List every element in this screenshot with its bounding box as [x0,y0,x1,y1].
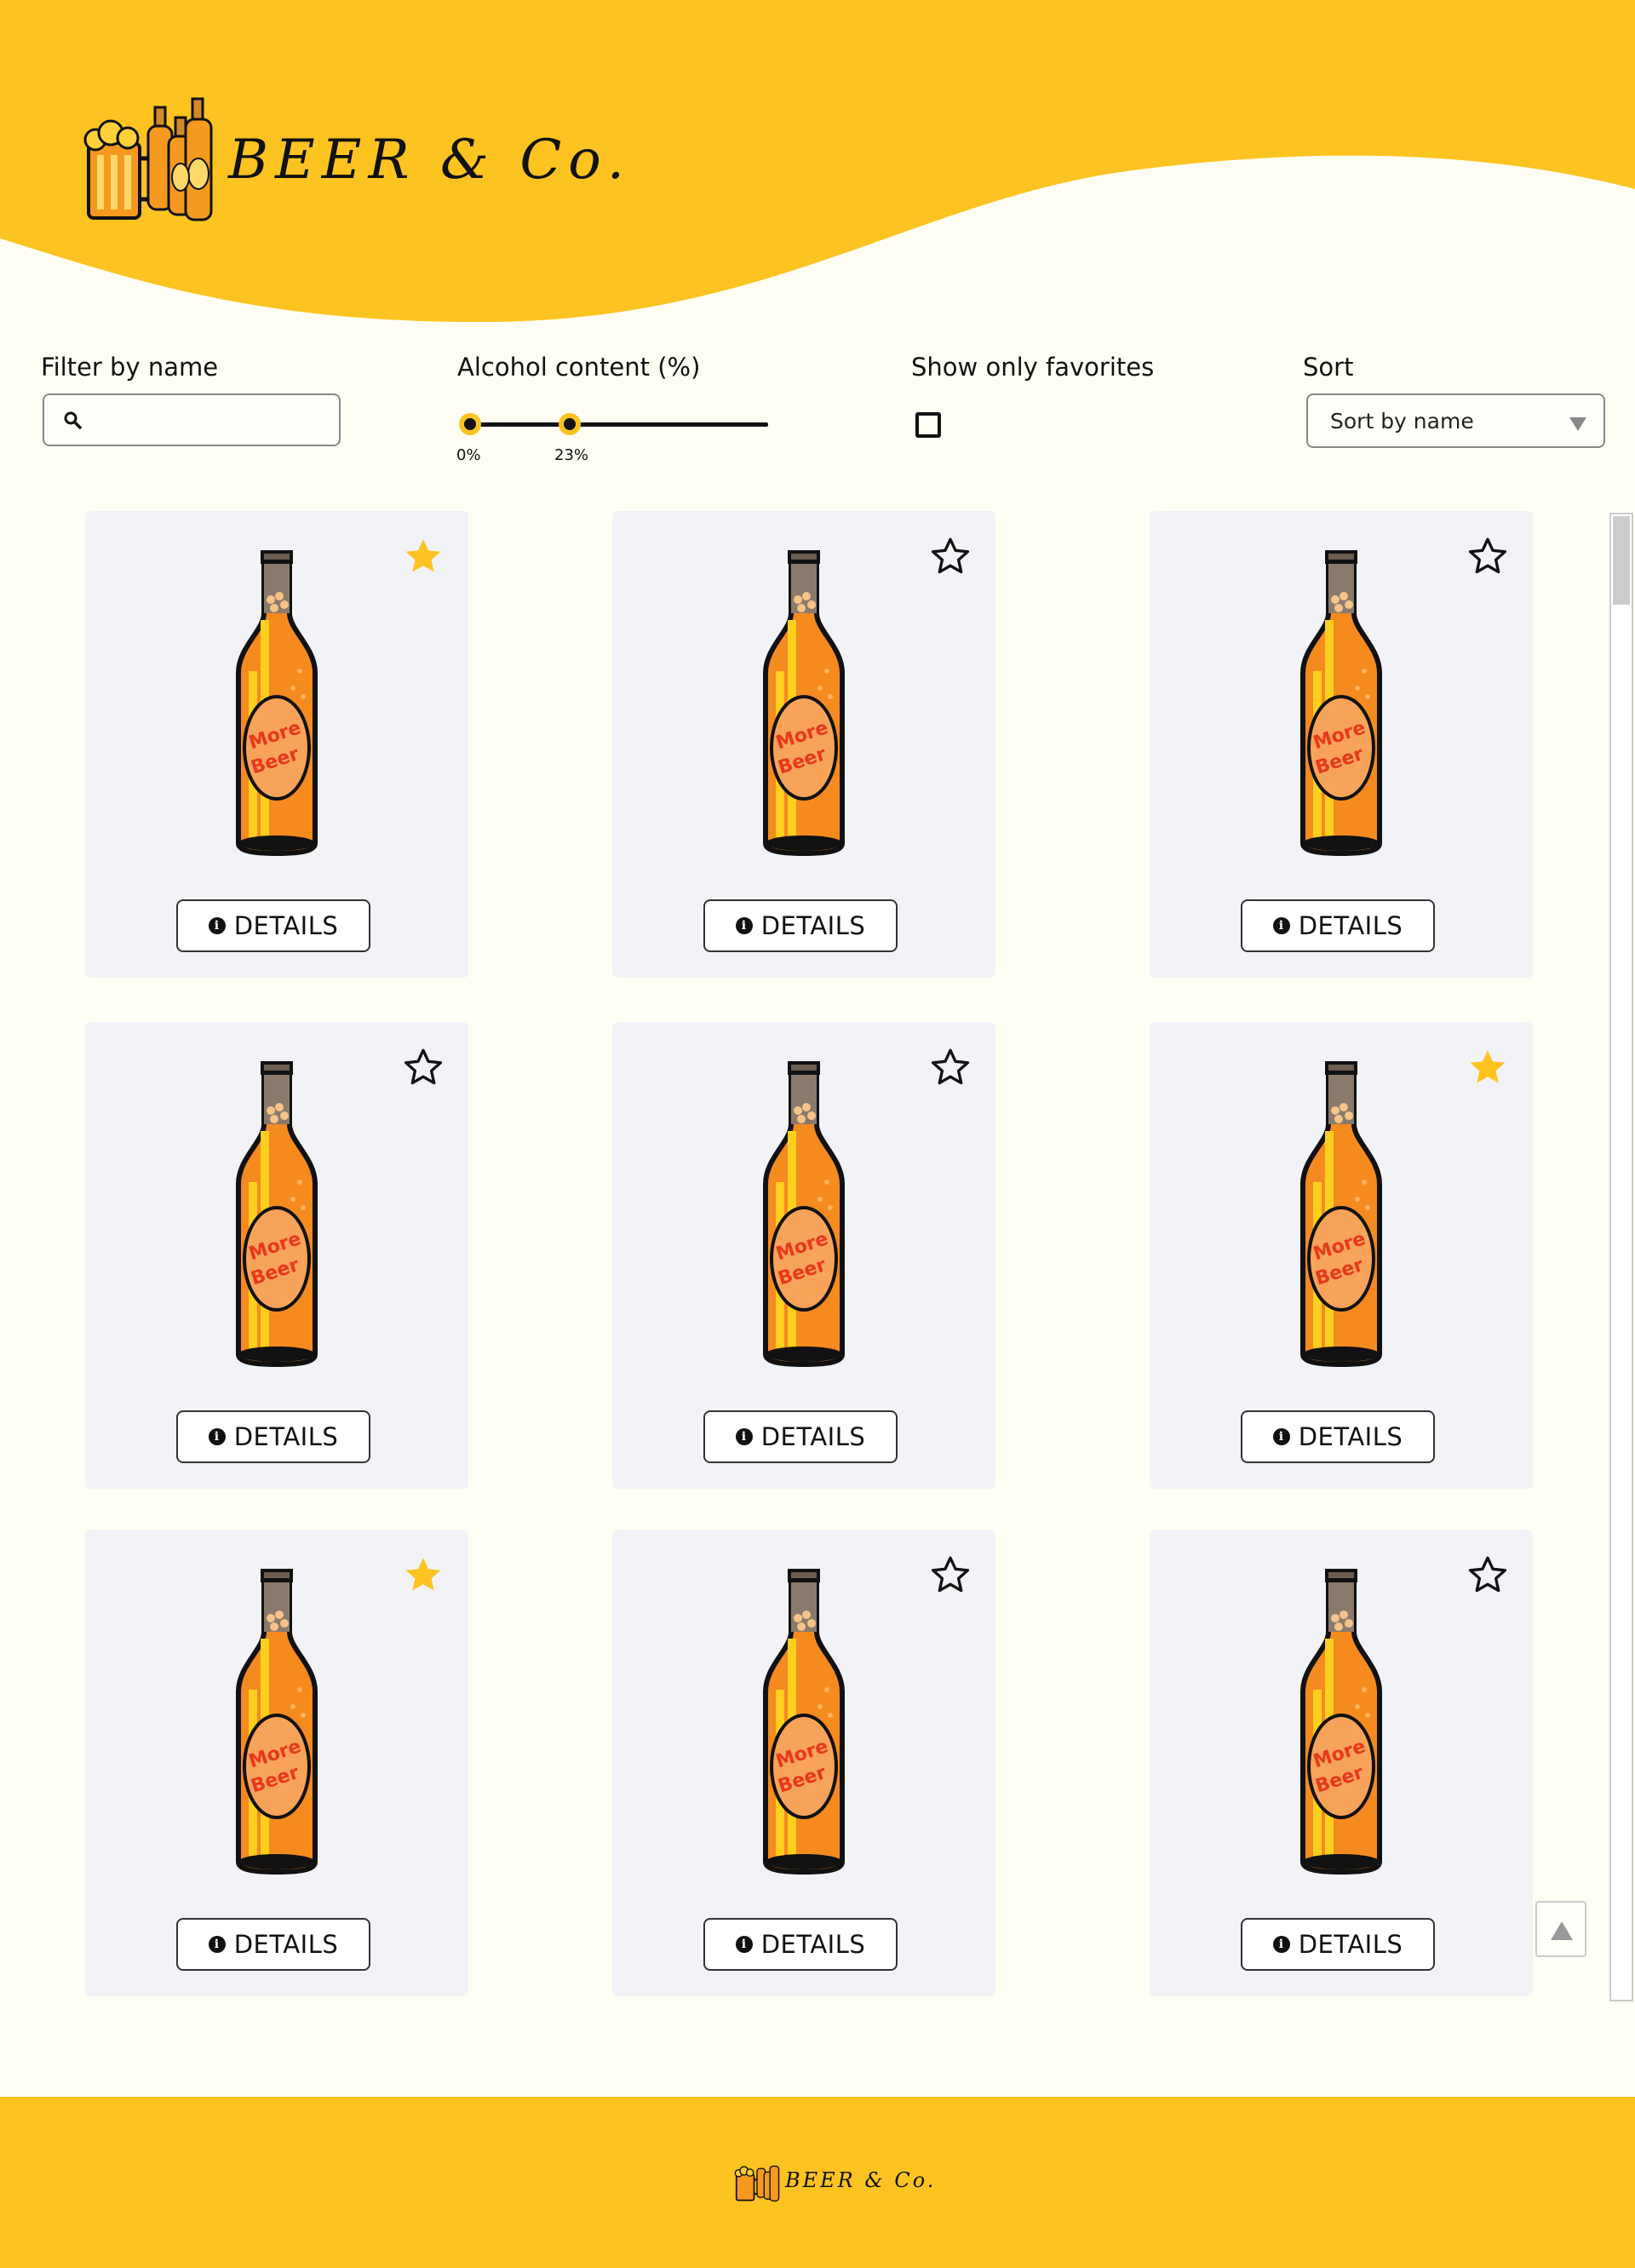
sort-selected-value: Sort by name [1330,409,1474,434]
details-button[interactable]: i DETAILS [176,1918,370,1971]
star-outline-icon[interactable] [1466,535,1509,581]
beer-bottle-icon: More Beer [1294,543,1388,862]
info-icon: i [208,1428,226,1445]
product-card: More Beer i DETAILS [1150,1530,1533,1996]
details-button-label: DETAILS [760,1422,866,1451]
filter-bar: Filter by name Alcohol content (%) 0% 23… [0,349,1635,464]
header: BEER & Co. [0,0,1635,341]
product-card: More Beer i DETAILS [612,1530,995,1996]
beer-logo-icon [83,97,213,221]
info-icon: i [1272,917,1290,934]
product-card: More Beer i DETAILS [85,511,468,978]
star-outline-icon[interactable] [929,535,972,581]
beer-bottle-icon: More Beer [230,1054,324,1373]
beer-logo-icon [734,2165,780,2202]
star-outline-icon[interactable] [929,1046,972,1092]
star-outline-icon[interactable] [1466,1553,1509,1599]
beer-bottle-icon: More Beer [230,543,324,862]
favorites-label: Show only favorites [911,353,1155,382]
alcohol-min-value: 0% [456,446,481,464]
beer-bottle-icon: More Beer [757,543,851,862]
details-button[interactable]: i DETAILS [1241,1410,1435,1463]
details-button[interactable]: i DETAILS [703,1410,898,1463]
arrow-up-icon [1551,1921,1573,1940]
footer-brand-logo[interactable]: BEER & Co. [734,2156,936,2204]
product-card: More Beer i DETAILS [85,1022,468,1489]
beer-bottle-icon: More Beer [757,1562,851,1880]
star-filled-icon[interactable] [1466,1046,1509,1092]
beer-bottle-icon: More Beer [230,1562,324,1880]
search-field[interactable] [43,393,341,446]
sort-label: Sort [1303,353,1354,382]
star-outline-icon[interactable] [929,1553,972,1599]
star-outline-icon[interactable] [402,1046,445,1092]
info-icon: i [1272,1936,1290,1953]
star-filled-icon[interactable] [402,535,445,581]
chevron-down-icon [1569,417,1586,431]
details-button[interactable]: i DETAILS [703,1918,898,1971]
alcohol-slider-min-handle[interactable] [459,413,481,435]
beer-bottle-icon: More Beer [1294,1054,1388,1373]
scroll-to-top-button[interactable] [1535,1901,1586,1957]
footer-brand-name: BEER & Co. [785,2168,937,2192]
brand-logo[interactable]: BEER & Co. [82,92,631,228]
details-button[interactable]: i DETAILS [1241,899,1435,952]
alcohol-slider-max-handle[interactable] [559,413,581,435]
alcohol-max-value: 23% [554,446,589,464]
filter-name-label: Filter by name [41,353,219,382]
info-icon: i [208,1936,226,1953]
product-card: More Beer i DETAILS [612,511,995,978]
brand-name: BEER & Co. [228,129,632,192]
favorites-checkbox[interactable] [915,412,941,438]
details-button-label: DETAILS [233,1930,339,1959]
beer-bottle-icon: More Beer [757,1054,851,1373]
search-input[interactable] [97,404,330,439]
details-button-label: DETAILS [1298,1422,1403,1451]
sort-select[interactable]: Sort by name [1306,393,1605,448]
details-button-label: DETAILS [233,911,339,940]
alcohol-label: Alcohol content (%) [457,353,701,382]
details-button-label: DETAILS [1298,1930,1403,1959]
footer: BEER & Co. [0,2097,1635,2268]
search-icon [64,411,82,429]
info-icon: i [1272,1428,1290,1445]
info-icon: i [735,1428,753,1445]
details-button[interactable]: i DETAILS [176,1410,370,1463]
info-icon: i [735,1936,753,1953]
details-button-label: DETAILS [760,1930,866,1959]
scrollbar-thumb[interactable] [1613,516,1630,605]
grid-scrollbar[interactable] [1609,513,1633,2001]
product-card: More Beer i DETAILS [85,1530,468,1996]
details-button[interactable]: i DETAILS [176,899,370,952]
details-button[interactable]: i DETAILS [1241,1918,1435,1971]
product-card: More Beer i DETAILS [1150,511,1533,978]
product-card: More Beer i DETAILS [1150,1022,1533,1489]
info-icon: i [208,917,226,934]
details-button-label: DETAILS [1298,911,1403,940]
alcohol-slider-track[interactable] [470,422,768,427]
details-button-label: DETAILS [233,1422,339,1451]
details-button[interactable]: i DETAILS [703,899,898,952]
star-filled-icon[interactable] [402,1553,445,1599]
product-card: More Beer i DETAILS [612,1022,995,1489]
info-icon: i [735,917,753,934]
beer-bottle-icon: More Beer [1294,1562,1388,1880]
details-button-label: DETAILS [760,911,866,940]
